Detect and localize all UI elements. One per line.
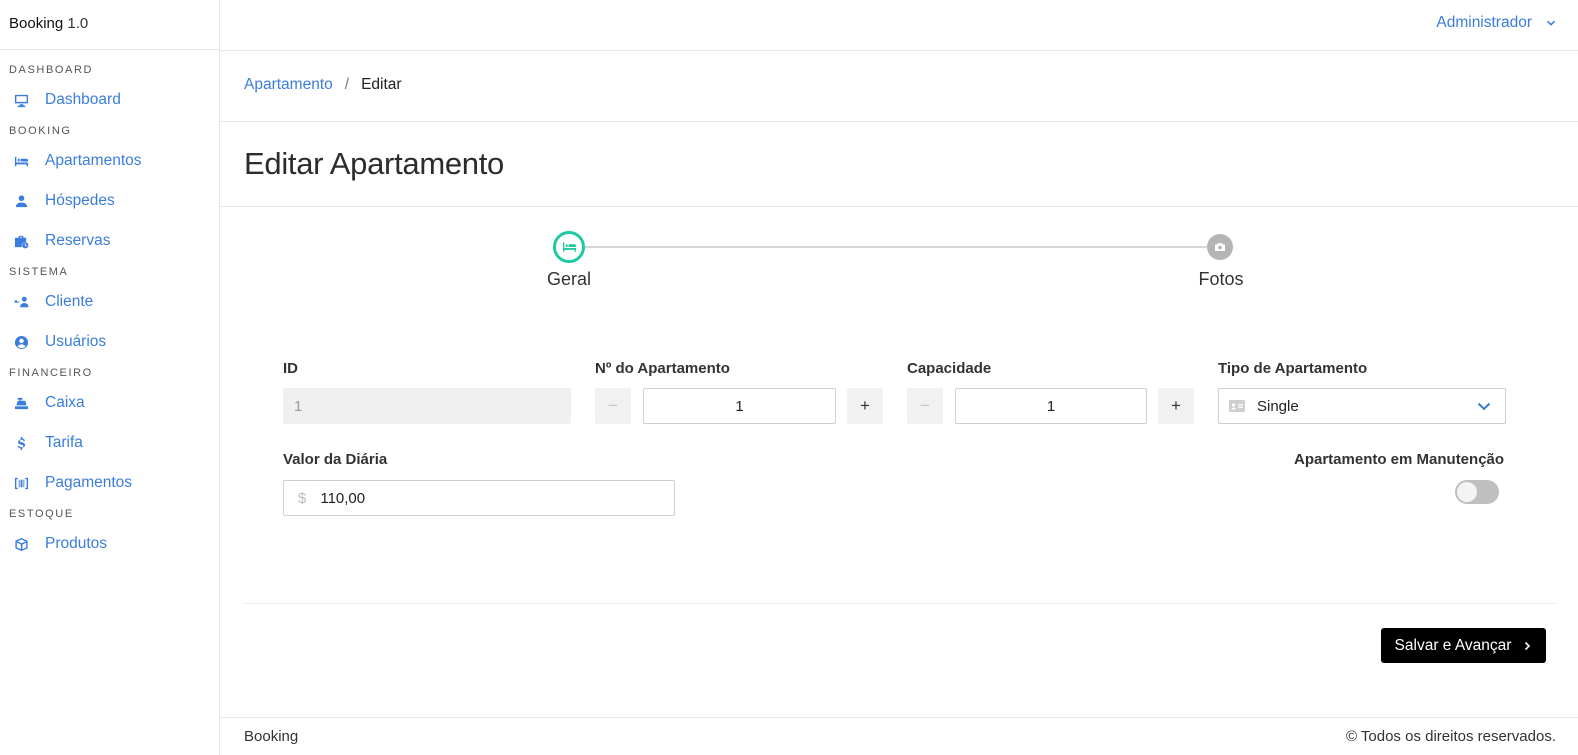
sidebar-item-label: Produtos bbox=[45, 535, 108, 552]
footer-copyright: © Todos os direitos reservados. bbox=[1345, 728, 1556, 745]
currency-prefix: $ bbox=[298, 489, 307, 507]
id-field: 1 bbox=[283, 388, 571, 424]
sidebar-item-hospedes[interactable]: Hóspedes bbox=[0, 181, 219, 221]
id-card-icon bbox=[1229, 400, 1245, 412]
chevron-right-icon bbox=[1525, 641, 1531, 650]
sidebar-item-label: Hóspedes bbox=[45, 192, 115, 209]
section-title-financeiro: FINANCEIRO bbox=[9, 367, 93, 379]
breadcrumb-bar: Apartamento / Editar bbox=[220, 51, 1578, 122]
sidebar-item-label: Cliente bbox=[45, 293, 94, 310]
capacidade-decrement-button[interactable]: − bbox=[907, 388, 943, 424]
briefcase-clock-icon bbox=[12, 233, 30, 249]
step-geral-button[interactable] bbox=[553, 231, 585, 263]
tipo-select[interactable]: Single bbox=[1218, 388, 1506, 424]
numero-label: Nº do Apartamento bbox=[595, 360, 730, 377]
valor-label: Valor da Diária bbox=[283, 451, 388, 468]
id-label: ID bbox=[283, 360, 298, 377]
user-network-icon bbox=[12, 294, 30, 310]
page-title: Editar Apartamento bbox=[244, 146, 504, 181]
chevron-down-icon bbox=[1477, 402, 1491, 411]
sidebar-item-cliente[interactable]: Cliente bbox=[0, 282, 219, 322]
sidebar-item-tarifa[interactable]: Tarifa bbox=[0, 423, 219, 463]
camera-icon bbox=[1215, 243, 1225, 251]
capacidade-label: Capacidade bbox=[907, 360, 992, 377]
sidebar-item-label: Usuários bbox=[45, 333, 107, 350]
sidebar-item-pagamentos[interactable]: Pagamentos bbox=[0, 463, 219, 503]
chevron-down-icon bbox=[1546, 20, 1556, 26]
numero-increment-button[interactable]: + bbox=[847, 388, 883, 424]
section-title-estoque: ESTOQUE bbox=[9, 508, 74, 520]
numero-value: 1 bbox=[735, 397, 744, 415]
title-bar: Editar Apartamento bbox=[220, 122, 1578, 207]
manutencao-toggle[interactable] bbox=[1455, 480, 1499, 504]
breadcrumb-separator: / bbox=[344, 76, 350, 93]
dollar-icon bbox=[12, 435, 30, 451]
save-and-next-button[interactable]: Salvar e Avançar bbox=[1381, 628, 1546, 663]
user-menu[interactable]: Administrador bbox=[1436, 14, 1556, 32]
sidebar: Booking 1.0 DASHBOARD Dashboard BOOKING … bbox=[0, 0, 220, 755]
bed-icon bbox=[12, 153, 30, 169]
bed-icon bbox=[562, 242, 576, 252]
valor-value: 110,00 bbox=[320, 489, 366, 507]
user-circle-icon bbox=[12, 334, 30, 350]
user-name: Administrador bbox=[1436, 14, 1532, 31]
box-icon bbox=[12, 536, 30, 552]
sidebar-item-label: Caixa bbox=[45, 394, 85, 411]
sidebar-item-label: Dashboard bbox=[45, 91, 121, 108]
sidebar-item-label: Tarifa bbox=[45, 434, 83, 451]
sidebar-item-caixa[interactable]: Caixa bbox=[0, 383, 219, 423]
step-label-geral: Geral bbox=[546, 269, 591, 289]
brand[interactable]: Booking 1.0 bbox=[0, 0, 219, 50]
footer-brand: Booking bbox=[244, 728, 299, 745]
capacidade-increment-button[interactable]: + bbox=[1158, 388, 1194, 424]
cash-register-icon bbox=[12, 395, 30, 411]
toggle-knob bbox=[1457, 482, 1477, 502]
brand-name: Booking bbox=[9, 15, 64, 32]
sidebar-item-label: Reservas bbox=[45, 232, 111, 249]
sidebar-item-label: Apartamentos bbox=[45, 152, 142, 169]
sidebar-item-label: Pagamentos bbox=[45, 474, 133, 491]
sidebar-item-dashboard[interactable]: Dashboard bbox=[0, 80, 219, 120]
tipo-selected-value: Single bbox=[1257, 397, 1299, 415]
manutencao-label: Apartamento em Manutenção bbox=[1294, 451, 1505, 468]
brand-version: 1.0 bbox=[67, 15, 89, 32]
section-title-sistema: SISTEMA bbox=[9, 266, 69, 278]
step-label-fotos: Fotos bbox=[1198, 269, 1244, 289]
section-title-booking: BOOKING bbox=[9, 125, 72, 137]
wizard-stepper: Geral Fotos bbox=[547, 231, 1244, 301]
sidebar-item-produtos[interactable]: Produtos bbox=[0, 524, 219, 564]
step-fotos-button[interactable] bbox=[1207, 234, 1233, 260]
capacidade-value: 1 bbox=[1046, 397, 1056, 415]
sidebar-item-apartamentos[interactable]: Apartamentos bbox=[0, 141, 219, 181]
footer: Booking © Todos os direitos reservados. bbox=[220, 717, 1578, 755]
breadcrumb-current: Editar bbox=[361, 76, 402, 93]
sidebar-item-reservas[interactable]: Reservas bbox=[0, 221, 219, 261]
section-title-dashboard: DASHBOARD bbox=[9, 64, 94, 76]
top-navbar: Administrador bbox=[220, 0, 1578, 51]
breadcrumb: Apartamento / Editar bbox=[244, 76, 402, 94]
valor-input[interactable]: $ 110,00 bbox=[283, 480, 675, 516]
numero-decrement-button[interactable]: − bbox=[595, 388, 631, 424]
sidebar-item-usuarios[interactable]: Usuários bbox=[0, 322, 219, 362]
numero-input[interactable]: 1 bbox=[643, 388, 836, 424]
user-icon bbox=[12, 193, 30, 209]
save-and-next-label: Salvar e Avançar bbox=[1394, 636, 1512, 654]
stepper-line bbox=[583, 246, 1207, 248]
id-value: 1 bbox=[294, 397, 303, 415]
breadcrumb-link-apartamento[interactable]: Apartamento bbox=[244, 76, 333, 94]
tipo-label: Tipo de Apartamento bbox=[1218, 360, 1368, 377]
form-divider bbox=[244, 603, 1556, 604]
capacidade-input[interactable]: 1 bbox=[955, 388, 1147, 424]
barcode-icon bbox=[12, 475, 30, 491]
monitor-icon bbox=[12, 92, 30, 108]
